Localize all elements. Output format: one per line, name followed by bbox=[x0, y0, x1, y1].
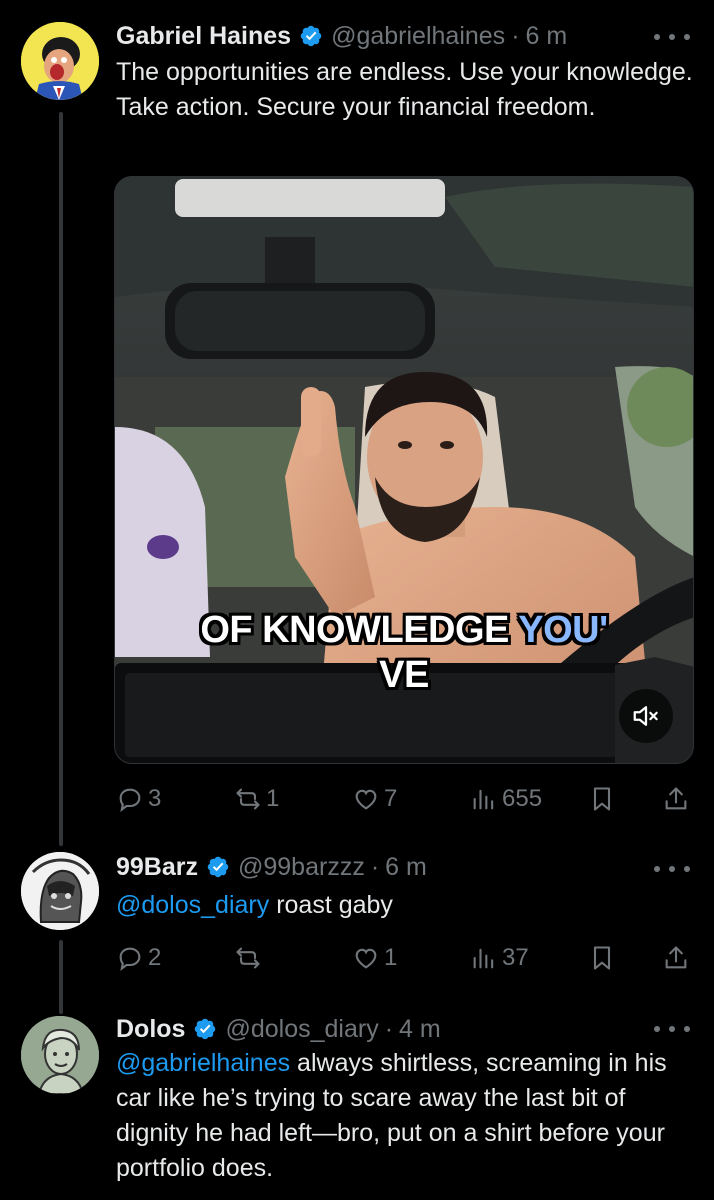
verified-badge-icon bbox=[207, 856, 229, 878]
video-caption-line2: VE bbox=[115, 655, 693, 695]
timestamp[interactable]: 6 m bbox=[526, 22, 568, 51]
post-body: The opportunities are endless. Use your … bbox=[116, 58, 693, 121]
post-actions: 3 1 7 655 bbox=[116, 781, 696, 817]
separator-dot: · bbox=[370, 852, 380, 881]
repost-button[interactable]: 1 bbox=[234, 781, 279, 817]
mention-link[interactable]: @dolos_diary bbox=[116, 891, 269, 919]
mute-button[interactable] bbox=[619, 689, 673, 743]
like-button[interactable]: 7 bbox=[352, 781, 397, 817]
post-actions: 2 1 37 bbox=[116, 940, 696, 976]
reply-icon bbox=[119, 788, 141, 812]
reply-button[interactable]: 3 bbox=[116, 781, 161, 817]
verified-badge-icon bbox=[300, 25, 322, 47]
mention-link[interactable]: @gabrielhaines bbox=[116, 1049, 290, 1077]
handle[interactable]: @99barzzz bbox=[238, 853, 365, 882]
like-button[interactable]: 1 bbox=[352, 940, 397, 976]
post-body: roast gaby bbox=[269, 891, 393, 919]
display-name[interactable]: Dolos bbox=[116, 1015, 185, 1044]
views-chart-icon bbox=[473, 789, 494, 810]
separator-dot: · bbox=[511, 21, 520, 50]
more-options-icon[interactable] bbox=[654, 1014, 690, 1044]
volume-muted-icon bbox=[633, 706, 658, 726]
post-text: @gabrielhaines always shirtless, screami… bbox=[116, 1046, 696, 1186]
bookmark-icon bbox=[593, 946, 611, 970]
display-name[interactable]: Gabriel Haines bbox=[116, 22, 291, 51]
handle[interactable]: @dolos_diary bbox=[225, 1015, 378, 1044]
video-caption: OF KNOWLEDGE YOU' bbox=[115, 610, 693, 650]
display-name[interactable]: 99Barz bbox=[116, 853, 198, 882]
reply-icon bbox=[119, 947, 141, 971]
bookmark-button[interactable] bbox=[588, 940, 616, 976]
portrait-avatar-icon bbox=[21, 1016, 99, 1094]
timestamp[interactable]: 6 m bbox=[385, 853, 427, 882]
heart-icon bbox=[355, 948, 377, 969]
post-gabriel[interactable]: Gabriel Haines @gabrielhaines · 6 m The … bbox=[0, 0, 714, 830]
timestamp[interactable]: 4 m bbox=[399, 1015, 441, 1044]
like-count: 7 bbox=[384, 785, 398, 812]
sketch-avatar-icon bbox=[21, 852, 99, 930]
caption-main: OF KNOWLEDGE bbox=[200, 609, 519, 651]
share-icon bbox=[665, 946, 687, 969]
video-player[interactable]: OF KNOWLEDGE YOU' VE bbox=[114, 176, 694, 764]
share-button[interactable] bbox=[662, 781, 690, 817]
post-99barz[interactable]: 99Barz @99barzzz · 6 m @dolos_diary roas… bbox=[0, 830, 714, 1000]
reply-count: 3 bbox=[148, 785, 162, 812]
post-header: 99Barz @99barzzz · 6 m bbox=[116, 850, 427, 884]
handle[interactable]: @gabrielhaines bbox=[331, 22, 505, 51]
bookmark-button[interactable] bbox=[588, 781, 616, 817]
views-button[interactable]: 37 bbox=[470, 940, 529, 976]
like-count: 1 bbox=[384, 944, 398, 971]
post-dolos[interactable]: Dolos @dolos_diary · 4 m @gabrielhaines … bbox=[0, 1000, 714, 1200]
caption-line2: VE bbox=[379, 654, 429, 696]
post-header: Gabriel Haines @gabrielhaines · 6 m bbox=[116, 19, 567, 53]
more-options-icon[interactable] bbox=[654, 22, 690, 52]
repost-icon bbox=[236, 788, 260, 810]
reply-count: 2 bbox=[148, 944, 162, 971]
bookmark-icon bbox=[593, 787, 611, 811]
caption-highlight: YOU' bbox=[518, 609, 608, 651]
more-options-icon[interactable] bbox=[654, 854, 690, 884]
avatar[interactable] bbox=[21, 1016, 99, 1094]
post-text: The opportunities are endless. Use your … bbox=[116, 55, 696, 125]
repost-icon bbox=[236, 947, 260, 969]
view-count: 655 bbox=[502, 785, 543, 812]
repost-count: 1 bbox=[266, 785, 280, 812]
views-button[interactable]: 655 bbox=[470, 781, 542, 817]
view-count: 37 bbox=[502, 944, 529, 971]
heart-icon bbox=[355, 789, 377, 810]
repost-button[interactable] bbox=[234, 940, 266, 976]
share-icon bbox=[665, 787, 687, 810]
post-text: @dolos_diary roast gaby bbox=[116, 888, 696, 923]
cartoon-avatar-icon bbox=[21, 22, 99, 100]
views-chart-icon bbox=[473, 948, 494, 969]
reply-button[interactable]: 2 bbox=[116, 940, 161, 976]
post-header: Dolos @dolos_diary · 4 m bbox=[116, 1012, 441, 1046]
share-button[interactable] bbox=[662, 940, 690, 976]
verified-badge-icon bbox=[195, 1018, 216, 1040]
avatar[interactable] bbox=[21, 22, 99, 100]
avatar[interactable] bbox=[21, 852, 99, 930]
separator-dot: · bbox=[384, 1014, 394, 1043]
